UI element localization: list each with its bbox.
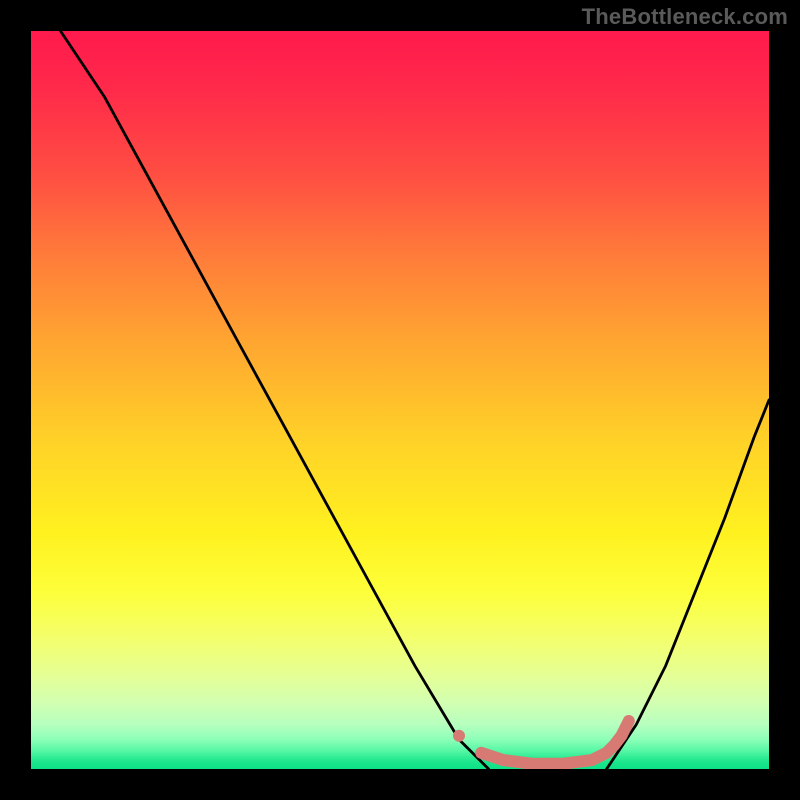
curves-svg <box>31 31 769 769</box>
curve-right <box>607 400 769 769</box>
highlight-segment <box>481 721 629 764</box>
watermark-text: TheBottleneck.com <box>582 4 788 30</box>
plot-area <box>31 31 769 769</box>
curve-left <box>61 31 489 769</box>
highlight-start-dot <box>453 730 465 742</box>
highlight-group <box>453 721 629 764</box>
chart-container: TheBottleneck.com <box>0 0 800 800</box>
black-curves <box>61 31 770 769</box>
